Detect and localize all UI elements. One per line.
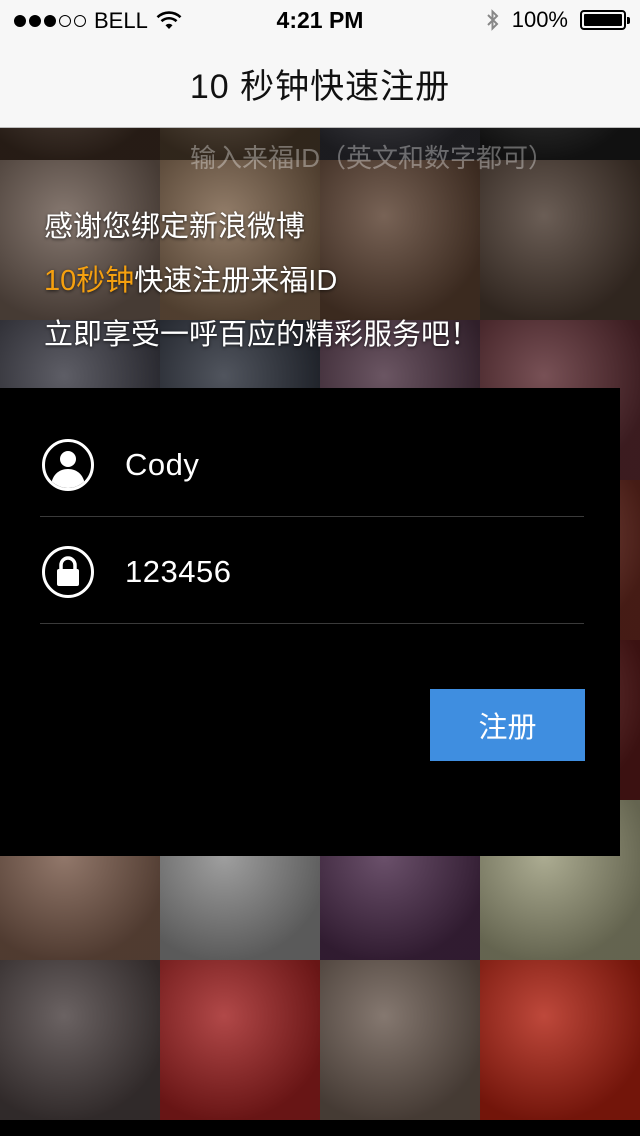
status-right: 100% [486, 7, 630, 33]
username-row [40, 413, 584, 517]
mosaic-photo-tile [480, 960, 640, 1120]
battery-fill [584, 14, 622, 26]
password-row [40, 520, 584, 624]
lock-icon [42, 545, 94, 598]
intro-accent-text: 10秒钟 [44, 265, 135, 297]
intro-line-2: 10秒钟快速注册来福ID [44, 254, 479, 308]
battery-percentage: 100% [511, 7, 568, 32]
intro-message: 感谢您绑定新浪微博 10秒钟快速注册来福ID 立即享受一呼百应的精彩服务吧！ [44, 200, 479, 362]
registration-screen: 输入来福ID（英文和数字都可） BELL 4:21 PM 100% 10 秒钟快… [0, 0, 640, 1136]
username-input[interactable] [125, 446, 545, 483]
mosaic-photo-tile [320, 960, 480, 1120]
mosaic-photo-tile [160, 960, 320, 1120]
status-bar: BELL 4:21 PM 100% [0, 0, 640, 40]
user-icon [42, 438, 94, 491]
battery-icon [580, 10, 630, 30]
navigation-bar: 10 秒钟快速注册 [0, 40, 640, 128]
intro-line-2-text: 快速注册来福ID [134, 265, 338, 297]
intro-line-3: 立即享受一呼百应的精彩服务吧！ [44, 319, 480, 351]
background-hint-text: 输入来福ID（英文和数字都可） [190, 143, 555, 173]
mosaic-photo-tile [480, 160, 640, 320]
register-button[interactable]: 注册 [430, 689, 585, 761]
mosaic-photo-tile [0, 960, 160, 1120]
page-title: 10 秒钟快速注册 [189, 68, 451, 106]
password-input[interactable] [125, 553, 545, 590]
bluetooth-icon [487, 9, 499, 31]
registration-form: 注册 [0, 388, 620, 856]
intro-line-1: 感谢您绑定新浪微博 [44, 211, 306, 243]
